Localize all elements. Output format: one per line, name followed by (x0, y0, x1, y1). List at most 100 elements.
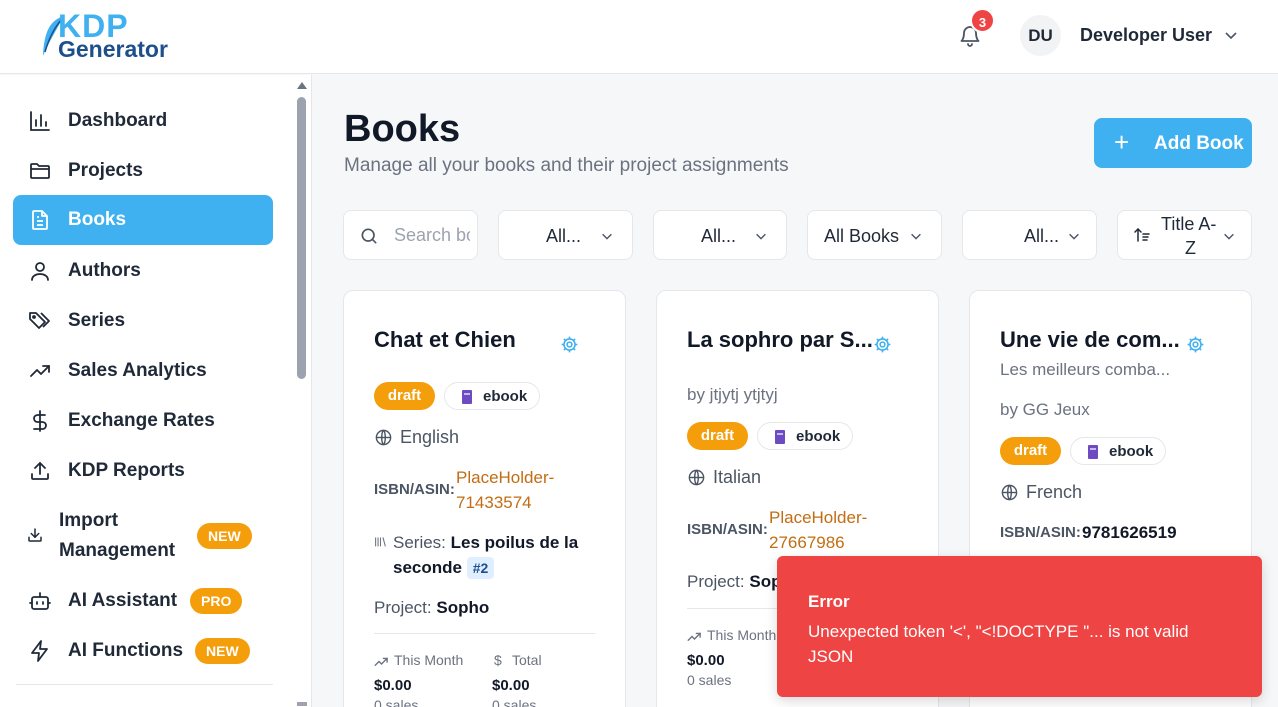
user-name[interactable]: Developer User (1080, 25, 1212, 46)
total-sales: 0 sales (492, 697, 537, 707)
globe-icon (375, 429, 392, 446)
filter-dropdown-2[interactable]: All... (653, 210, 787, 260)
user-avatar[interactable]: DU (1020, 15, 1061, 56)
isbn-value-line1: PlaceHolder- (769, 508, 868, 527)
download-icon (28, 528, 42, 542)
sidebar: Dashboard Projects Books Authors Series … (0, 75, 312, 707)
filter-dropdown-1[interactable]: All... (498, 210, 633, 260)
sidebar-item-label: Projects (68, 160, 143, 181)
new-badge: NEW (197, 523, 252, 549)
filter-dropdown-3[interactable]: All Books (807, 210, 942, 260)
format-badge: ebook (444, 382, 540, 410)
sidebar-scrollbar[interactable] (294, 75, 308, 707)
globe-icon (1001, 484, 1018, 501)
app-logo[interactable]: KDP Generator (40, 8, 200, 62)
notification-count-badge: 3 (970, 8, 995, 33)
format-badge: ebook (1070, 437, 1166, 465)
globe-icon (688, 469, 705, 486)
this-month-sales: 0 sales (374, 697, 419, 707)
scroll-thumb[interactable] (297, 97, 306, 379)
sidebar-item-exchange-rates[interactable]: Exchange Rates (13, 396, 273, 446)
sidebar-item-dashboard[interactable]: Dashboard (13, 96, 273, 146)
book-title[interactable]: Chat et Chien (374, 327, 516, 353)
scroll-up-arrow[interactable] (297, 82, 307, 89)
sidebar-item-ai-functions[interactable]: AI Functions NEW (13, 626, 273, 676)
page-title: Books (344, 108, 461, 150)
this-month-value: $0.00 (374, 677, 412, 694)
sort-dropdown[interactable]: Title A- Z (1117, 210, 1252, 260)
trending-up-icon (374, 657, 388, 666)
book-card[interactable]: Chat et Chien draft ebook English ISBN/A… (343, 290, 626, 707)
chevron-down-icon[interactable] (1223, 27, 1239, 43)
sidebar-item-label: Dashboard (68, 110, 168, 131)
isbn-label: ISBN/ASIN: (687, 521, 768, 538)
card-divider (374, 633, 595, 634)
search-input[interactable] (394, 225, 470, 246)
sidebar-item-label: Books (68, 209, 127, 230)
library-icon (375, 537, 386, 547)
search-box[interactable] (343, 210, 478, 260)
sidebar-item-books[interactable]: Books (13, 195, 273, 245)
gear-icon[interactable] (1186, 335, 1205, 354)
sidebar-item-label-line2: Management (59, 540, 176, 561)
book-author: by jtjytj ytjtyj (687, 385, 778, 404)
trending-up-icon (687, 632, 701, 641)
isbn-value-line2: 27667986 (769, 533, 845, 552)
plus-icon: + (1114, 127, 1130, 157)
bar-chart-icon (30, 111, 50, 131)
error-toast[interactable]: Error Unexpected token '<', "<!DOCTYPE "… (777, 556, 1262, 697)
add-book-label: Add Book (1154, 133, 1244, 154)
logo-generator-text: Generator (58, 36, 168, 62)
sidebar-item-import-management[interactable]: Import Management NEW (13, 506, 273, 566)
this-month-value: $0.00 (687, 652, 725, 669)
sort-value-line2: Z (1185, 238, 1196, 258)
series-number-badge: #2 (466, 557, 495, 579)
isbn-value-line2: 71433574 (456, 493, 532, 512)
sidebar-item-label-line1: Import (59, 510, 119, 531)
sidebar-item-ai-assistant[interactable]: AI Assistant PRO (13, 576, 273, 626)
format-label: ebook (796, 428, 841, 445)
sidebar-item-authors[interactable]: Authors (13, 246, 273, 296)
isbn-label: ISBN/ASIN: (1000, 524, 1081, 541)
book-title[interactable]: La sophro par S... (687, 327, 873, 353)
bot-icon (29, 592, 51, 610)
status-badge: draft (374, 382, 435, 410)
zap-icon (31, 640, 48, 662)
dollar-icon (33, 410, 47, 432)
book-title[interactable]: Une vie de com... (1000, 327, 1180, 353)
sidebar-item-projects[interactable]: Projects (13, 146, 273, 196)
sidebar-item-label: Authors (68, 260, 141, 281)
chevron-down-icon (1069, 233, 1079, 240)
sidebar-item-label: AI Assistant (68, 590, 178, 611)
add-book-button[interactable]: + Add Book (1094, 118, 1252, 168)
total-label: Total (512, 652, 542, 668)
folder-icon (30, 163, 50, 179)
gear-icon[interactable] (560, 335, 579, 354)
sidebar-item-label: KDP Reports (68, 460, 185, 481)
toast-title: Error (808, 592, 850, 611)
status-badge: draft (687, 422, 748, 450)
status-badge: draft (1000, 437, 1061, 465)
chevron-down-icon (756, 233, 766, 240)
sidebar-item-series[interactable]: Series (13, 296, 273, 346)
filter-value: All... (701, 226, 737, 246)
sidebar-item-kdp-reports[interactable]: KDP Reports (13, 446, 273, 496)
filter-dropdown-4[interactable]: All... (962, 210, 1097, 260)
scroll-down-arrow[interactable] (297, 702, 307, 706)
format-label: ebook (483, 388, 528, 405)
book-icon (775, 430, 785, 444)
this-month-label: This Month (707, 627, 777, 643)
book-icon (462, 390, 472, 404)
sidebar-item-sales-analytics[interactable]: Sales Analytics (13, 346, 273, 396)
book-icon (1088, 445, 1098, 459)
isbn-value-line1: PlaceHolder- (456, 468, 555, 487)
dollar-icon: $ (494, 652, 502, 668)
gear-icon[interactable] (873, 335, 892, 354)
sort-ascending-icon (1134, 227, 1150, 242)
language-value: French (1026, 482, 1083, 502)
chevron-down-icon (1224, 233, 1234, 240)
this-month-sales: 0 sales (687, 672, 732, 688)
page-subtitle: Manage all your books and their project … (344, 155, 789, 176)
series-label: Series: (393, 533, 446, 552)
filter-value: All Books (824, 226, 900, 246)
